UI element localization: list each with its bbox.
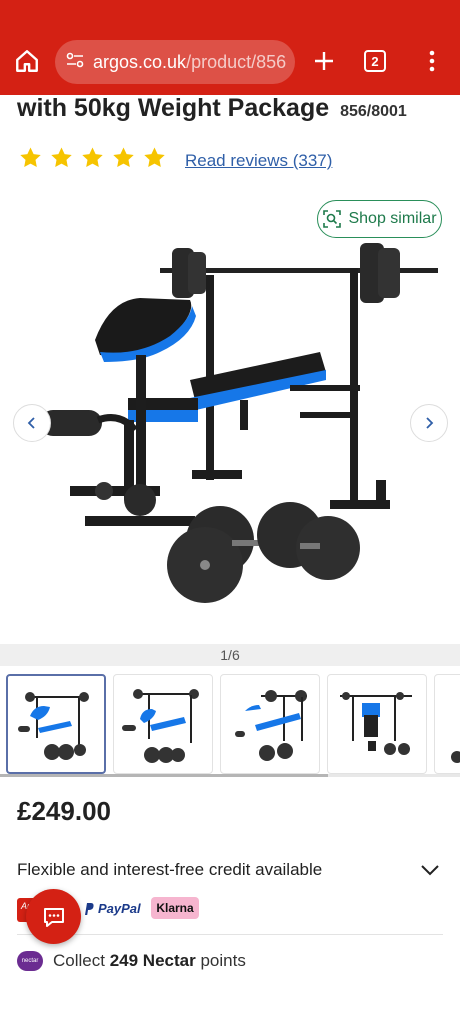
more-menu-icon[interactable] xyxy=(420,44,444,78)
chevron-left-icon xyxy=(27,417,35,429)
product-main-image[interactable] xyxy=(0,240,460,620)
thumbnail-4[interactable] xyxy=(327,674,427,774)
address-bar[interactable]: argos.co.uk/product/856 xyxy=(55,40,295,84)
star-icon xyxy=(51,147,72,167)
tab-switcher-button[interactable]: 2 xyxy=(364,50,386,72)
star-icon xyxy=(144,147,165,167)
thumbnail-strip xyxy=(0,672,460,776)
thumbnail-5[interactable] xyxy=(434,674,460,774)
divider xyxy=(17,934,443,935)
thumbnail-2[interactable] xyxy=(113,674,213,774)
new-tab-icon[interactable] xyxy=(308,44,340,78)
chat-button[interactable] xyxy=(26,889,81,944)
star-icon xyxy=(113,147,134,167)
thumbnail-3[interactable] xyxy=(220,674,320,774)
browser-toolbar: argos.co.uk/product/856 2 xyxy=(0,0,460,95)
shop-similar-label: Shop similar xyxy=(348,210,437,227)
read-reviews-link[interactable]: Read reviews (337) xyxy=(185,151,332,171)
product-title: with 50kg Weight Package 856/8001 xyxy=(17,94,407,122)
nectar-points-row: nectar Collect 249 Nectar points xyxy=(17,949,246,973)
star-icon xyxy=(20,147,41,167)
thumbnail-1[interactable] xyxy=(6,674,106,774)
tab-count: 2 xyxy=(371,53,379,69)
product-price: £249.00 xyxy=(17,796,111,826)
paypal-logo: PayPal xyxy=(83,901,141,916)
nectar-logo: nectar xyxy=(17,951,43,971)
chevron-down-icon[interactable] xyxy=(418,858,442,882)
rating-stars xyxy=(18,146,167,170)
klarna-logo: Klarna xyxy=(151,897,199,919)
thumbnail-scrollbar[interactable] xyxy=(0,774,460,777)
home-icon[interactable] xyxy=(10,44,44,78)
nectar-text: Collect 249 Nectar points xyxy=(53,951,246,970)
credit-heading[interactable]: Flexible and interest-free credit availa… xyxy=(17,860,322,880)
visual-search-icon xyxy=(323,210,342,228)
site-settings-icon[interactable] xyxy=(65,50,85,75)
image-counter: 1/6 xyxy=(0,644,460,666)
url-text: argos.co.uk/product/856 xyxy=(93,51,287,72)
star-icon xyxy=(82,147,103,167)
chevron-right-icon xyxy=(426,417,434,429)
chat-icon xyxy=(43,907,64,927)
paypal-icon xyxy=(85,902,94,915)
shop-similar-button[interactable]: Shop similar xyxy=(317,200,442,238)
prev-image-button[interactable] xyxy=(13,404,51,442)
product-sku: 856/8001 xyxy=(340,103,407,120)
next-image-button[interactable] xyxy=(410,404,448,442)
